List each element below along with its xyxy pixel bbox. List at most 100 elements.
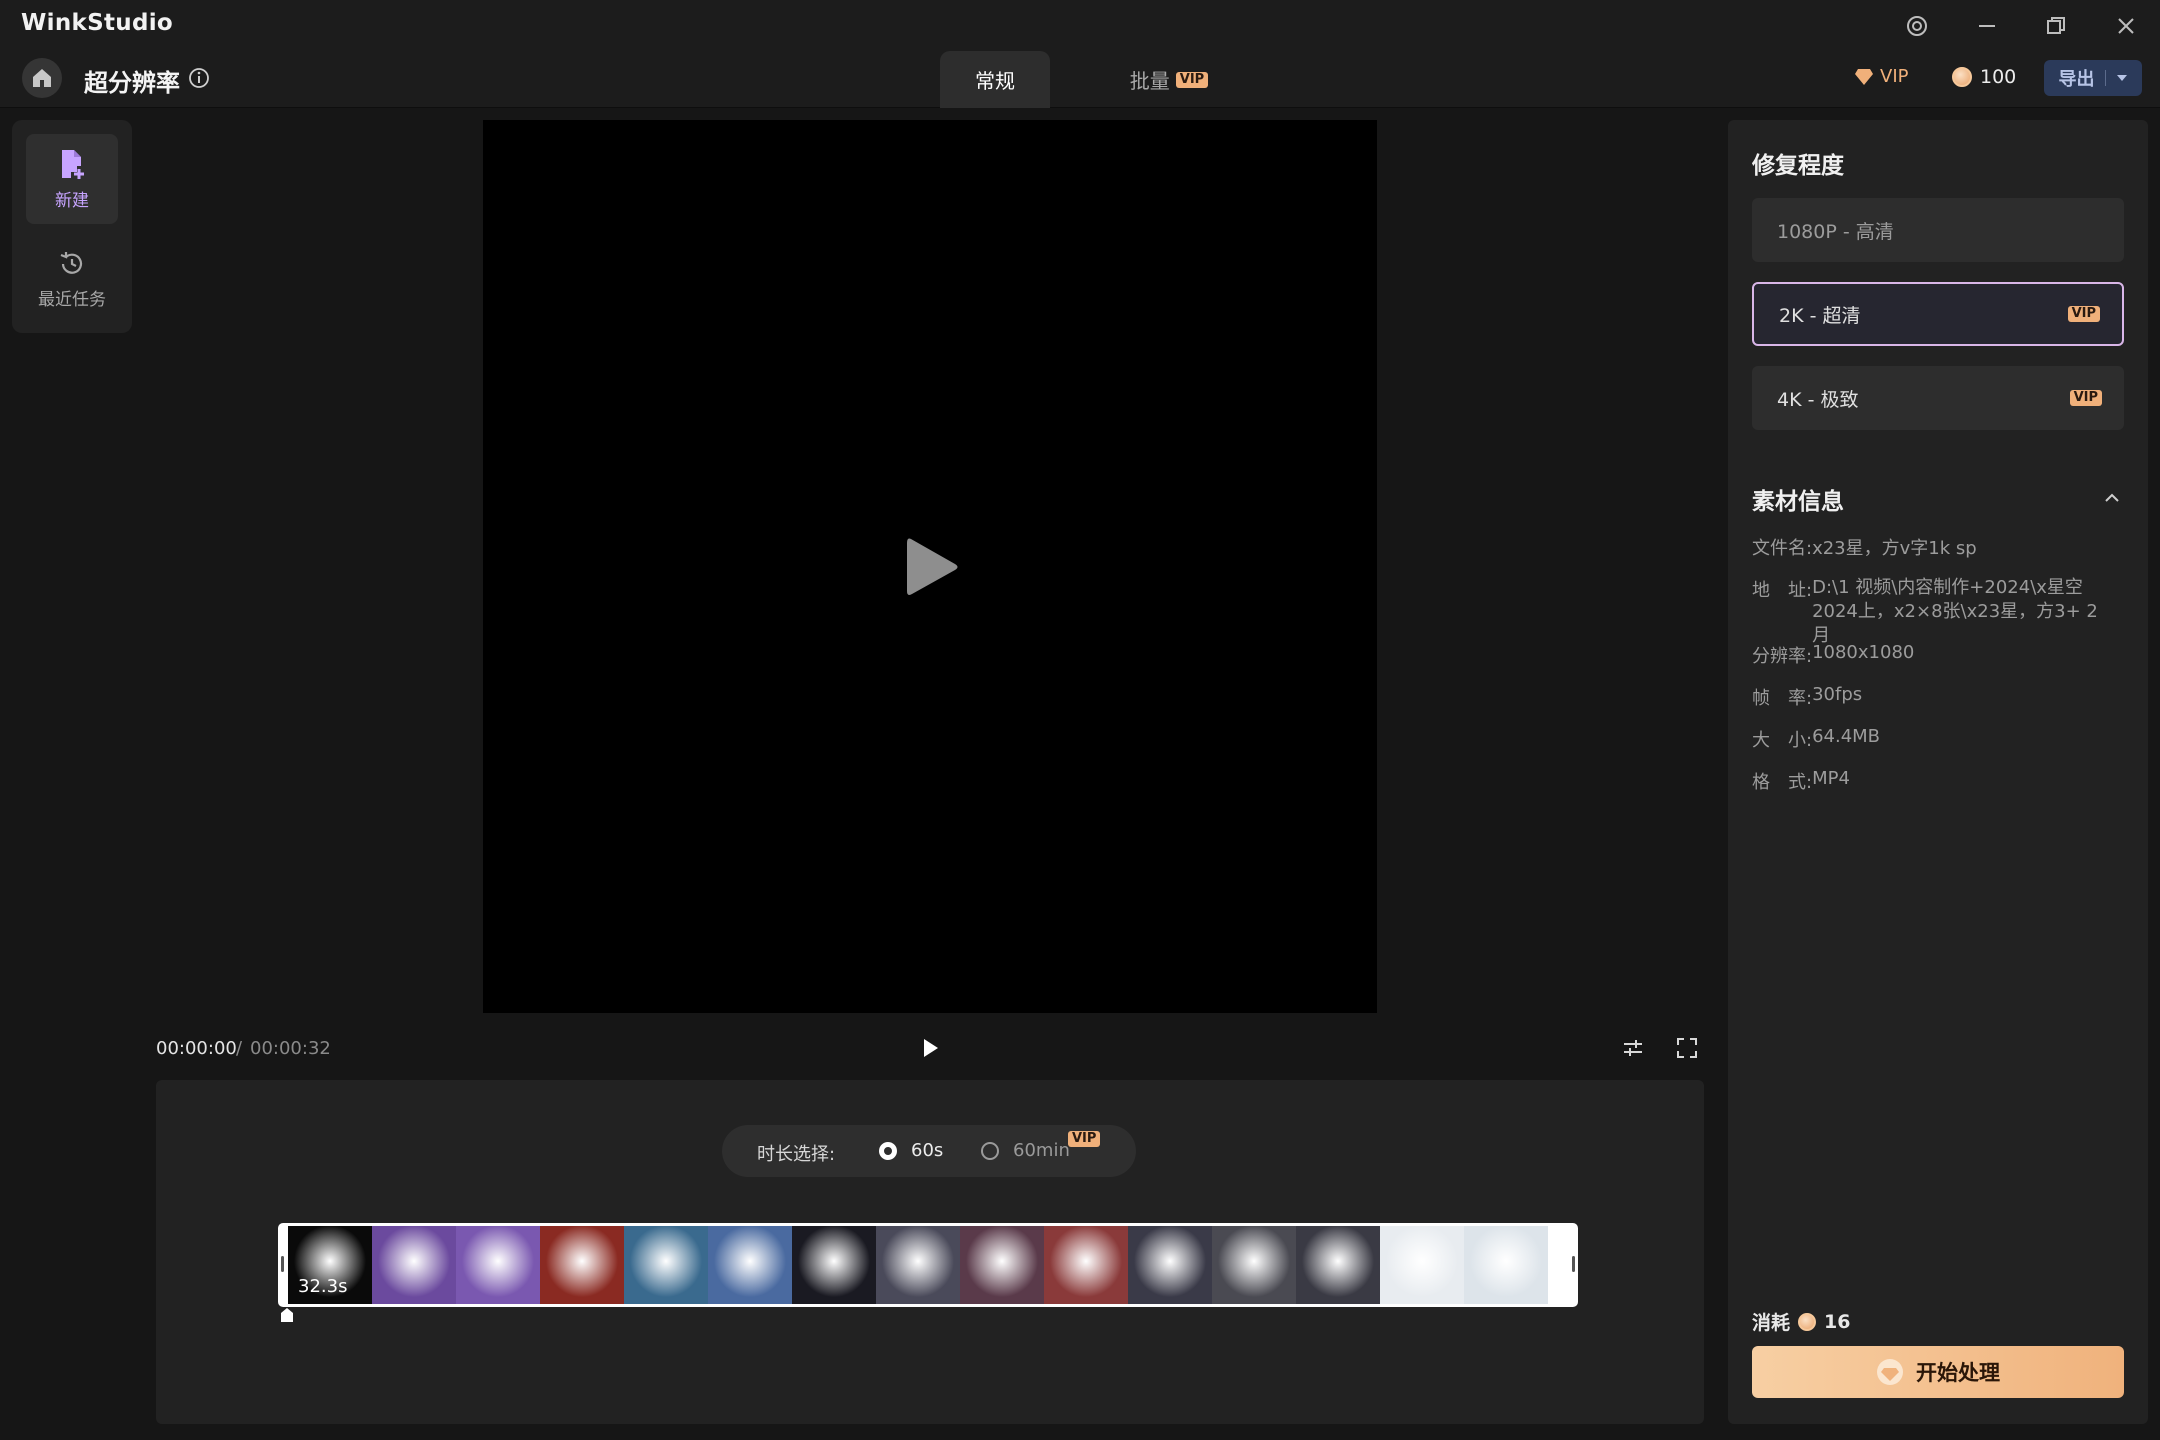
- info-row-format: 格 式: MP4: [1752, 768, 1850, 794]
- filmstrip-frame: [792, 1226, 876, 1304]
- export-button[interactable]: 导出: [2044, 60, 2142, 96]
- coin-balance[interactable]: 100: [1952, 66, 2016, 88]
- filmstrip-frame: [1212, 1226, 1296, 1304]
- restore-button[interactable]: [2034, 6, 2078, 46]
- start-processing-label: 开始处理: [1916, 1361, 2000, 1385]
- minimize-icon: [1979, 25, 1995, 27]
- vip-badge: VIP: [1068, 1131, 1101, 1147]
- filmstrip-frame: [1380, 1226, 1464, 1304]
- duration-label: 时长选择:: [757, 1144, 836, 1165]
- filmstrip-frame: [708, 1226, 792, 1304]
- info-key: 文件名:: [1752, 538, 1813, 559]
- time-separator: /: [236, 1038, 243, 1059]
- quality-option-1080p[interactable]: 1080P - 高清: [1752, 198, 2124, 262]
- restore-icon: [2047, 17, 2065, 34]
- trim-handle-left[interactable]: [281, 1256, 284, 1272]
- info-icon[interactable]: [188, 67, 210, 89]
- vip-label: VIP: [1880, 66, 1909, 87]
- filmstrip-frame: [372, 1226, 456, 1304]
- info-key: 大 小:: [1752, 730, 1813, 751]
- export-divider: [2104, 70, 2106, 86]
- info-row-resolution: 分辨率: 1080x1080: [1752, 642, 1914, 668]
- vip-badge: VIP: [2069, 390, 2102, 406]
- play-overlay-icon[interactable]: [903, 535, 961, 599]
- vip-badge: VIP: [2067, 306, 2100, 322]
- info-value: 64.4MB: [1812, 726, 1881, 747]
- export-label: 导出: [2058, 69, 2095, 90]
- sidebar-item-label: 新建: [55, 190, 89, 211]
- close-button[interactable]: [2104, 6, 2148, 46]
- filmstrip-frame: [960, 1226, 1044, 1304]
- minimize-button[interactable]: [1965, 6, 2009, 46]
- quality-label: 4K - 极致: [1777, 388, 1859, 411]
- info-value: 30fps: [1812, 684, 1863, 705]
- filmstrip-frame: [1464, 1226, 1548, 1304]
- filmstrip-frame: [624, 1226, 708, 1304]
- filmstrip-frame: [540, 1226, 624, 1304]
- info-key: 分辨率:: [1752, 646, 1813, 667]
- sidebar-item-label: 最近任务: [38, 289, 106, 310]
- radio-60s-label[interactable]: 60s: [911, 1140, 943, 1161]
- vip-button[interactable]: VIP: [1854, 66, 1908, 87]
- settings-button[interactable]: [1895, 6, 1939, 46]
- diamond-icon: [1877, 1359, 1903, 1385]
- vip-badge: VIP: [1175, 71, 1209, 88]
- info-row-size: 大 小: 64.4MB: [1752, 726, 1880, 752]
- chevron-down-icon[interactable]: [2116, 74, 2128, 82]
- current-time: 00:00:00: [156, 1038, 237, 1059]
- title-bar: [0, 0, 2160, 52]
- info-value: MP4: [1812, 768, 1850, 789]
- info-row-filename: 文件名: x23星，方v字1k sp: [1752, 534, 1977, 560]
- filmstrip-frame: [1128, 1226, 1212, 1304]
- quality-option-4k[interactable]: 4K - 极致 VIP: [1752, 366, 2124, 430]
- header-bar: [0, 52, 2160, 108]
- playhead-handle[interactable]: [280, 1308, 294, 1322]
- tab-normal-label: 常规: [975, 69, 1015, 93]
- coin-icon: [1952, 67, 1972, 87]
- new-file-icon: [62, 149, 84, 179]
- cost-row: 消耗 16: [1752, 1308, 1850, 1335]
- close-icon: [2118, 18, 2134, 34]
- coin-balance-value: 100: [1980, 66, 2017, 88]
- filmstrip-frame: [456, 1226, 540, 1304]
- filmstrip-frame: [1044, 1226, 1128, 1304]
- info-row-fps: 帧 率: 30fps: [1752, 684, 1862, 710]
- chevron-up-icon[interactable]: [2100, 486, 2124, 510]
- sidebar-item-recent[interactable]: 最近任务: [26, 236, 118, 322]
- trim-handle-right[interactable]: [1572, 1256, 1575, 1272]
- info-key: 格 式:: [1752, 772, 1813, 793]
- sidebar-item-new[interactable]: 新建: [26, 134, 118, 224]
- play-icon[interactable]: [918, 1036, 942, 1060]
- material-info-title: 素材信息: [1752, 489, 1844, 515]
- info-value: x23星，方v字1k sp: [1812, 538, 1977, 559]
- adjust-icon[interactable]: [1621, 1036, 1645, 1060]
- info-key: 帧 率:: [1752, 688, 1813, 709]
- cost-value: 16: [1824, 1310, 1851, 1333]
- tab-normal[interactable]: 常规: [940, 51, 1050, 108]
- clip-duration: 32.3s: [298, 1276, 348, 1297]
- radio-60s[interactable]: [879, 1142, 897, 1160]
- start-processing-button[interactable]: 开始处理: [1752, 1346, 2124, 1398]
- cost-label: 消耗: [1752, 1312, 1791, 1334]
- quality-label: 2K - 超清: [1779, 304, 1861, 327]
- coin-icon: [1798, 1312, 1817, 1331]
- home-icon: [33, 69, 51, 87]
- settings-icon: [1907, 16, 1927, 36]
- quality-label: 1080P - 高清: [1777, 220, 1894, 243]
- total-time: 00:00:32: [250, 1038, 331, 1059]
- radio-60min-label[interactable]: 60min: [1013, 1140, 1070, 1161]
- history-icon: [60, 251, 83, 274]
- fullscreen-icon[interactable]: [1675, 1036, 1699, 1060]
- filmstrip-frames: [288, 1226, 1568, 1304]
- filmstrip-frame: [876, 1226, 960, 1304]
- info-value: 1080x1080: [1812, 642, 1915, 663]
- quality-option-2k[interactable]: 2K - 超清 VIP: [1752, 282, 2124, 346]
- home-button[interactable]: [22, 58, 62, 98]
- info-key: 地 址:: [1752, 580, 1813, 601]
- radio-60min[interactable]: [981, 1142, 999, 1160]
- diamond-icon: [1855, 68, 1873, 85]
- page-title: 超分辨率: [84, 69, 180, 97]
- tab-batch[interactable]: 批量 VIP: [1104, 51, 1234, 108]
- info-row-path: 地 址: D:\1 视频\内容制作+2024\x星空2024上，x2×8张\x2…: [1752, 576, 2112, 648]
- filmstrip-frame: [1296, 1226, 1380, 1304]
